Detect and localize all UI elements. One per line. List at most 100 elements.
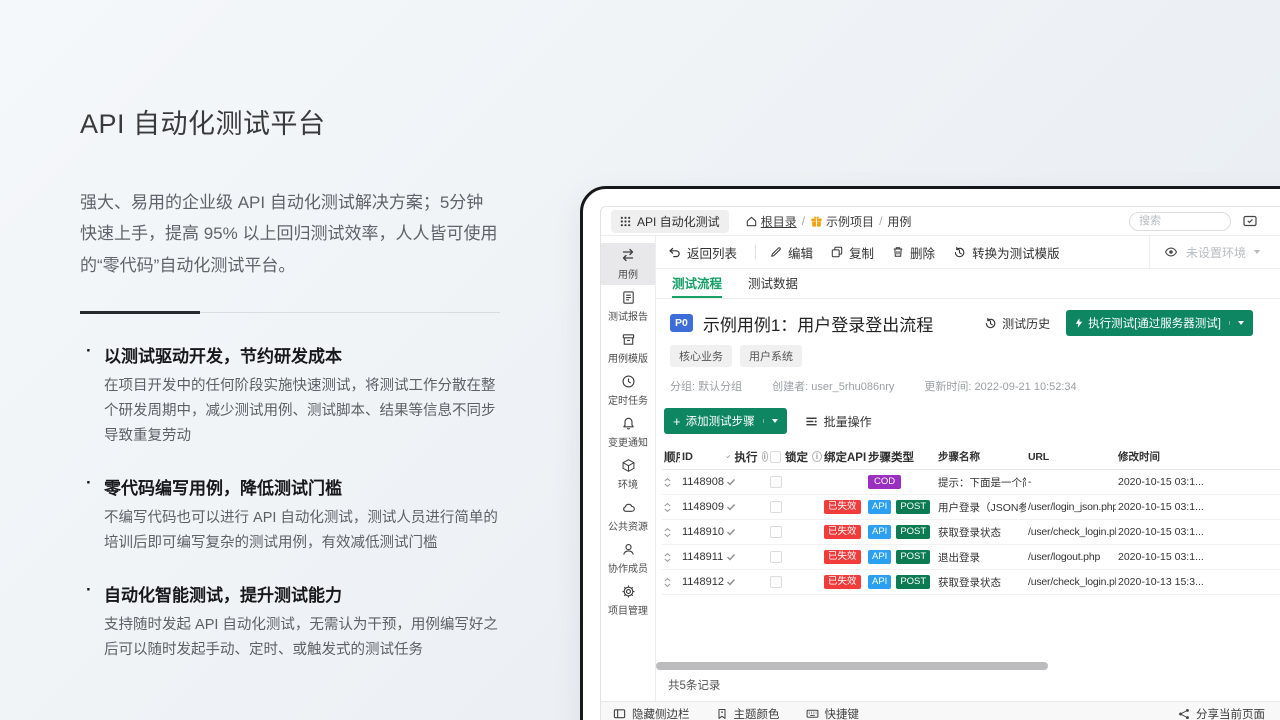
copy-button[interactable]: 复制 <box>831 243 874 262</box>
api-badge: API <box>868 575 891 589</box>
lock-checkbox[interactable] <box>770 501 782 513</box>
table-row[interactable]: 1148911 已失效 APIPOST 退出登录 /user/logout.ph… <box>662 545 1280 570</box>
priority-badge: P0 <box>670 314 693 332</box>
step-id: 1148909 <box>680 501 724 513</box>
check-icon <box>726 577 736 587</box>
breadcrumb-root[interactable]: 根目录 <box>745 213 797 230</box>
api-badge: API <box>868 500 891 514</box>
lock-checkbox[interactable] <box>770 576 782 588</box>
breadcrumb: 根目录 / 示例项目 / 用例 <box>745 213 912 230</box>
add-step-dropdown[interactable] <box>763 419 778 423</box>
sidebar-item-notifications[interactable]: 变更通知 <box>601 411 655 453</box>
eye-icon <box>1164 245 1178 259</box>
record-count: 共5条记录 <box>656 670 1280 701</box>
step-id: 1148911 <box>680 551 724 563</box>
sidebar-item-cases[interactable]: 用例 <box>601 243 655 285</box>
sidebar-item-scheduled-tasks[interactable]: 定时任务 <box>601 369 655 411</box>
search-input[interactable] <box>1129 212 1231 231</box>
drag-handle-icon[interactable] <box>664 552 671 563</box>
trash-icon <box>892 246 904 258</box>
sidebar-item-reports[interactable]: 测试报告 <box>601 285 655 327</box>
tab-test-data[interactable]: 测试数据 <box>748 269 798 298</box>
horizontal-scrollbar[interactable] <box>656 662 1048 670</box>
sidebar-item-environments[interactable]: 环境 <box>601 453 655 495</box>
add-step-button[interactable]: + 添加测试步骤 <box>664 408 787 434</box>
hide-sidebar-button[interactable]: 隐藏侧边栏 <box>613 706 690 720</box>
table-row[interactable]: 1148909 已失效 APIPOST 用户登录（JSON参数） /user/l… <box>662 495 1280 520</box>
feature-body: 在项目开发中的任何阶段实施快速测试，将测试工作分散在整个研发周期中，减少测试用例… <box>80 374 500 449</box>
clock-icon <box>621 374 636 389</box>
sidebar-item-public-resources[interactable]: 公共资源 <box>601 495 655 537</box>
table-row[interactable]: 1148912 已失效 APIPOST 获取登录状态 /user/check_l… <box>662 570 1280 595</box>
sidebar-item-project-settings[interactable]: 项目管理 <box>601 579 655 621</box>
batch-actions-button[interactable]: 批量操作 <box>805 413 872 430</box>
drag-handle-icon[interactable] <box>664 577 671 588</box>
sidebar-item-templates[interactable]: 用例模版 <box>601 327 655 369</box>
table-row[interactable]: 1148908 COD 提示：下面是一个简... - 2020-10-15 03… <box>662 470 1280 495</box>
layout-icon <box>613 707 626 720</box>
report-icon <box>621 290 636 305</box>
delete-button[interactable]: 删除 <box>892 243 935 262</box>
step-time: 2020-10-15 03:1... <box>1116 551 1280 563</box>
feature-heading: 自动化智能测试，提升测试能力 <box>80 581 500 606</box>
step-actions: + 添加测试步骤 批量操作 <box>656 406 1280 444</box>
check-icon <box>726 502 736 512</box>
col-order: 顺序 <box>662 449 680 465</box>
step-time: 2020-10-15 03:1... <box>1116 476 1280 488</box>
breadcrumb-project[interactable]: 示例项目 <box>810 213 874 230</box>
convert-to-template-button[interactable]: 转换为测试模版 <box>953 243 1060 262</box>
lock-all-checkbox[interactable] <box>770 451 781 463</box>
col-bind: 绑定API <box>822 449 866 465</box>
check-icon <box>726 552 736 562</box>
theme-icon <box>716 708 728 720</box>
case-toolbar: 返回列表 编辑 复制 删除 转换为测试模版 <box>656 236 1280 269</box>
step-url: - <box>1026 476 1116 488</box>
sidebar-item-members[interactable]: 协作成员 <box>601 537 655 579</box>
step-url: /user/login_json.php <box>1026 501 1116 513</box>
steps-table: 顺序 ID 执行 锁定 绑定API 步骤类型 步骤名称 UR <box>656 444 1280 595</box>
col-exec: 执行 <box>724 449 768 465</box>
feature-body: 不编写代码也可以进行 API 自动化测试，测试人员进行简单的培训后即可编写复杂的… <box>80 506 500 556</box>
col-name: 步骤名称 <box>936 449 1026 464</box>
step-url: /user/check_login.php <box>1026 576 1116 588</box>
drag-handle-icon[interactable] <box>664 477 671 488</box>
lock-checkbox[interactable] <box>770 476 782 488</box>
app-menu-button[interactable]: API 自动化测试 <box>611 210 729 233</box>
feature-body: 支持随时发起 API 自动化测试，无需认为干预，用例编写好之后可以随时发起手动、… <box>80 613 500 663</box>
invalid-badge: 已失效 <box>824 575 861 589</box>
shortcuts-button[interactable]: 快捷键 <box>806 706 860 720</box>
col-url: URL <box>1026 451 1116 463</box>
app-bottombar: 隐藏侧边栏 主题颜色 快捷键 分享当前页面 <box>601 701 1280 720</box>
tab-test-flow[interactable]: 测试流程 <box>672 269 722 298</box>
lock-checkbox[interactable] <box>770 551 782 563</box>
test-history-button[interactable]: 测试历史 <box>984 315 1050 332</box>
case-title: 示例用例1：用户登录登出流程 <box>703 311 933 336</box>
step-url: /user/check_login.php <box>1026 526 1116 538</box>
table-row[interactable]: 1148910 已失效 APIPOST 获取登录状态 /user/check_l… <box>662 520 1280 545</box>
run-test-dropdown[interactable] <box>1229 321 1244 325</box>
panel-toggle-icon[interactable] <box>1243 214 1257 228</box>
edit-button[interactable]: 编辑 <box>770 243 813 262</box>
run-test-button[interactable]: 执行测试[通过服务器测试] <box>1066 310 1253 336</box>
breadcrumb-current[interactable]: 用例 <box>887 213 911 230</box>
step-time: 2020-10-15 03:1... <box>1116 526 1280 538</box>
pencil-icon <box>770 246 782 258</box>
feature-item: 零代码编写用例，降低测试门槛 不编写代码也可以进行 API 自动化测试，测试人员… <box>80 474 500 556</box>
environment-selector[interactable]: 未设置环境 <box>1149 236 1274 268</box>
drag-handle-icon[interactable] <box>664 502 671 513</box>
share-page-button[interactable]: 分享当前页面 <box>1178 706 1265 720</box>
history-icon <box>984 317 997 330</box>
feature-list: 以测试驱动开发，节约研发成本 在项目开发中的任何阶段实施快速测试，将测试工作分散… <box>80 342 500 663</box>
app-sidebar: 用例 测试报告 用例模版 定时任务 变更通知 环境 <box>601 236 656 701</box>
check-icon[interactable] <box>726 452 731 461</box>
lock-checkbox[interactable] <box>770 526 782 538</box>
section-divider <box>80 311 500 314</box>
invalid-badge: 已失效 <box>824 500 861 514</box>
list-icon <box>805 415 818 428</box>
drag-handle-icon[interactable] <box>664 527 671 538</box>
case-header: P0 示例用例1：用户登录登出流程 测试历史 执行测试[通过服务器测试] <box>656 299 1280 406</box>
api-badge: API <box>868 525 891 539</box>
theme-color-button[interactable]: 主题颜色 <box>716 706 780 720</box>
method-badge: POST <box>896 575 930 589</box>
back-to-list-button[interactable]: 返回列表 <box>668 243 737 262</box>
